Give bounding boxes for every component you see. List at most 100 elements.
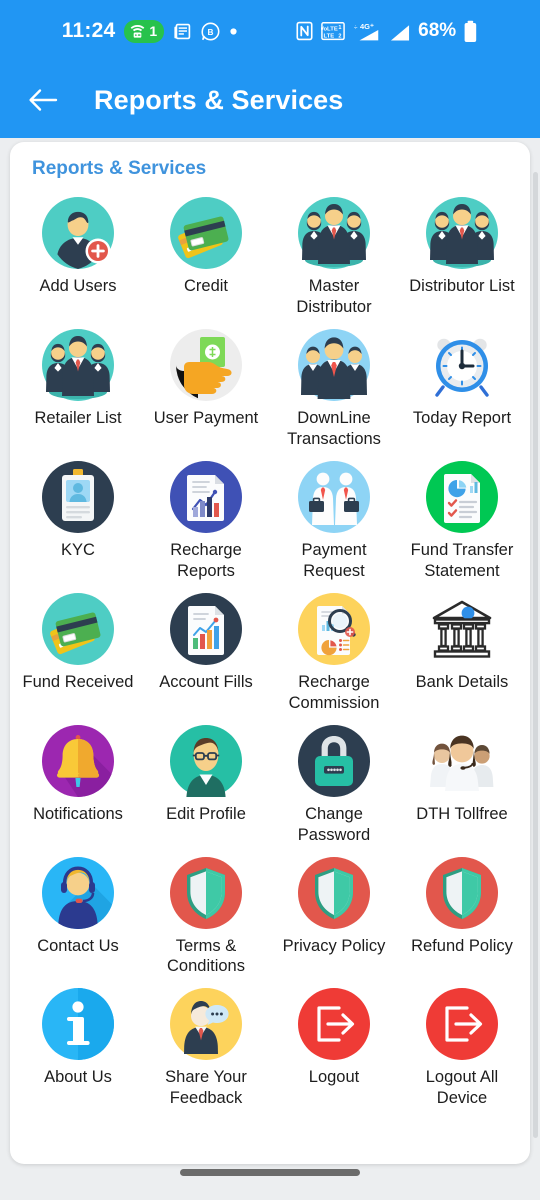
service-tile-recharge-reports[interactable]: Recharge Reports bbox=[142, 450, 270, 582]
service-tile-add-users[interactable]: Add Users bbox=[14, 186, 142, 318]
service-tile-label: Fund Transfer Statement bbox=[410, 540, 514, 580]
service-tile-user-payment[interactable]: User Payment bbox=[142, 318, 270, 450]
shield-icon bbox=[426, 856, 498, 929]
service-tile-today-report[interactable]: Today Report bbox=[398, 318, 526, 450]
dot-icon bbox=[229, 27, 238, 36]
service-tile-terms-conditions[interactable]: Terms & Conditions bbox=[142, 846, 270, 978]
service-tile-credit[interactable]: Credit bbox=[142, 186, 270, 318]
section-title: Reports & Services bbox=[32, 158, 207, 179]
group-men-icon bbox=[426, 197, 498, 269]
shield-icon bbox=[298, 856, 370, 929]
signal-4g-plus-icon: ÷ 4G⁺ bbox=[352, 21, 382, 42]
svg-text:1: 1 bbox=[339, 25, 342, 31]
service-tile-recharge-commission[interactable]: Recharge Commission bbox=[270, 582, 398, 714]
bar-chart-doc-icon bbox=[170, 592, 242, 665]
service-tile-refund-policy[interactable]: Refund Policy bbox=[398, 846, 526, 978]
service-tile-account-fills[interactable]: Account Fills bbox=[142, 582, 270, 714]
service-tile-label: Notifications bbox=[33, 804, 123, 823]
svg-text:4G⁺: 4G⁺ bbox=[360, 22, 374, 31]
group-men-icon bbox=[298, 197, 370, 269]
service-tile-label: About Us bbox=[44, 1068, 112, 1087]
service-tile-label: Retailer List bbox=[34, 408, 122, 427]
signal-bars-icon bbox=[389, 21, 411, 42]
service-tile-contact-us[interactable]: Contact Us bbox=[14, 846, 142, 978]
service-tile-label: Bank Details bbox=[415, 672, 509, 691]
service-tile-label: Logout bbox=[308, 1068, 360, 1087]
service-tile-logout-all-device[interactable]: Logout All Device bbox=[398, 977, 526, 1109]
report-chart-icon bbox=[170, 460, 242, 533]
team-blue-icon bbox=[298, 328, 370, 401]
svg-text:B: B bbox=[208, 27, 214, 37]
news-icon bbox=[173, 22, 192, 41]
service-tile-label: Contact Us bbox=[37, 936, 119, 955]
service-tile-label: User Payment bbox=[153, 408, 259, 427]
id-card-icon bbox=[42, 460, 114, 533]
service-tile-distributor-list[interactable]: Distributor List bbox=[398, 186, 526, 318]
bluetooth-b-icon: B bbox=[201, 22, 220, 41]
service-tile-share-your-feedback[interactable]: Share Your Feedback bbox=[142, 977, 270, 1109]
content-area: Reports & Services Add Users Credit Mast… bbox=[0, 138, 540, 1200]
service-tile-downline-transactions[interactable]: DownLine Transactions bbox=[270, 318, 398, 450]
credit-card-icon bbox=[42, 592, 114, 665]
services-grid: Add Users Credit Master Distributor Dist… bbox=[14, 186, 526, 1109]
status-icons-left: 1 B bbox=[124, 19, 238, 43]
vertical-scrollbar[interactable] bbox=[533, 172, 538, 1138]
service-tile-label: Share Your Feedback bbox=[165, 1068, 247, 1108]
add-user-icon bbox=[42, 197, 114, 269]
service-tile-label: Refund Policy bbox=[411, 936, 513, 955]
service-tile-payment-request[interactable]: Payment Request bbox=[270, 450, 398, 582]
service-tile-label: Fund Received bbox=[22, 672, 134, 691]
service-tile-label: Account Fills bbox=[159, 672, 253, 691]
volte-icon: VoLTE 1 LTE 2 bbox=[321, 21, 345, 41]
service-tile-label: DownLine Transactions bbox=[287, 408, 381, 448]
svg-text:VoLTE: VoLTE bbox=[321, 26, 338, 32]
service-tile-edit-profile[interactable]: Edit Profile bbox=[142, 714, 270, 846]
service-tile-notifications[interactable]: Notifications bbox=[14, 714, 142, 846]
service-tile-dth-tollfree[interactable]: DTH Tollfree bbox=[398, 714, 526, 846]
bank-building-icon bbox=[426, 593, 498, 665]
logout-arrow-icon bbox=[426, 988, 498, 1061]
status-icons-right: VoLTE 1 LTE 2 ÷ 4G⁺ 68% bbox=[295, 20, 478, 43]
page-title: Reports & Services bbox=[94, 84, 344, 115]
service-tile-label: Add Users bbox=[39, 277, 117, 295]
service-tile-bank-details[interactable]: Bank Details bbox=[398, 582, 526, 714]
user-glasses-icon bbox=[170, 724, 242, 797]
service-tile-label: Change Password bbox=[297, 804, 371, 844]
battery-percent-label: 68% bbox=[418, 20, 457, 41]
status-bar: 11:24 1 B VoLTE 1 LTE 2 ÷ 4G⁺ 68% bbox=[0, 0, 540, 62]
service-tile-retailer-list[interactable]: Retailer List bbox=[14, 318, 142, 450]
status-clock: 11:24 bbox=[61, 19, 116, 42]
app-bar: Reports & Services bbox=[0, 62, 540, 138]
service-tile-kyc[interactable]: KYC bbox=[14, 450, 142, 582]
service-tile-label: Master Distributor bbox=[296, 277, 372, 316]
padlock-icon bbox=[298, 724, 370, 797]
service-tile-label: Credit bbox=[183, 277, 228, 295]
nfc-icon bbox=[295, 21, 314, 41]
headset-operator-icon bbox=[42, 856, 114, 929]
service-tile-master-distributor[interactable]: Master Distributor bbox=[270, 186, 398, 318]
service-tile-label: KYC bbox=[61, 540, 95, 559]
businessmen-briefcase-icon bbox=[298, 460, 370, 533]
service-tile-fund-transfer-statement[interactable]: Fund Transfer Statement bbox=[398, 450, 526, 582]
back-button[interactable] bbox=[26, 83, 60, 117]
services-card: Reports & Services Add Users Credit Mast… bbox=[10, 142, 530, 1164]
feedback-person-icon bbox=[170, 988, 242, 1061]
service-tile-label: Today Report bbox=[412, 408, 512, 427]
svg-text:2: 2 bbox=[339, 34, 342, 40]
service-tile-label: Privacy Policy bbox=[282, 936, 386, 955]
service-tile-privacy-policy[interactable]: Privacy Policy bbox=[270, 846, 398, 978]
home-gesture-bar[interactable] bbox=[180, 1169, 360, 1176]
svg-text:÷: ÷ bbox=[354, 24, 358, 31]
shield-icon bbox=[170, 856, 242, 929]
service-tile-fund-received[interactable]: Fund Received bbox=[14, 582, 142, 714]
service-tile-label: Edit Profile bbox=[166, 804, 246, 823]
phone-screen: 11:24 1 B VoLTE 1 LTE 2 ÷ 4G⁺ 68% Report… bbox=[0, 0, 540, 1200]
service-tile-label: Distributor List bbox=[409, 277, 515, 295]
service-tile-label: Logout All Device bbox=[425, 1068, 499, 1108]
service-tile-about-us[interactable]: About Us bbox=[14, 977, 142, 1109]
service-tile-change-password[interactable]: Change Password bbox=[270, 714, 398, 846]
wifi-badge-count: 1 bbox=[149, 23, 158, 39]
group-men-icon bbox=[42, 328, 114, 401]
service-tile-logout[interactable]: Logout bbox=[270, 977, 398, 1109]
credit-card-icon bbox=[170, 197, 242, 269]
